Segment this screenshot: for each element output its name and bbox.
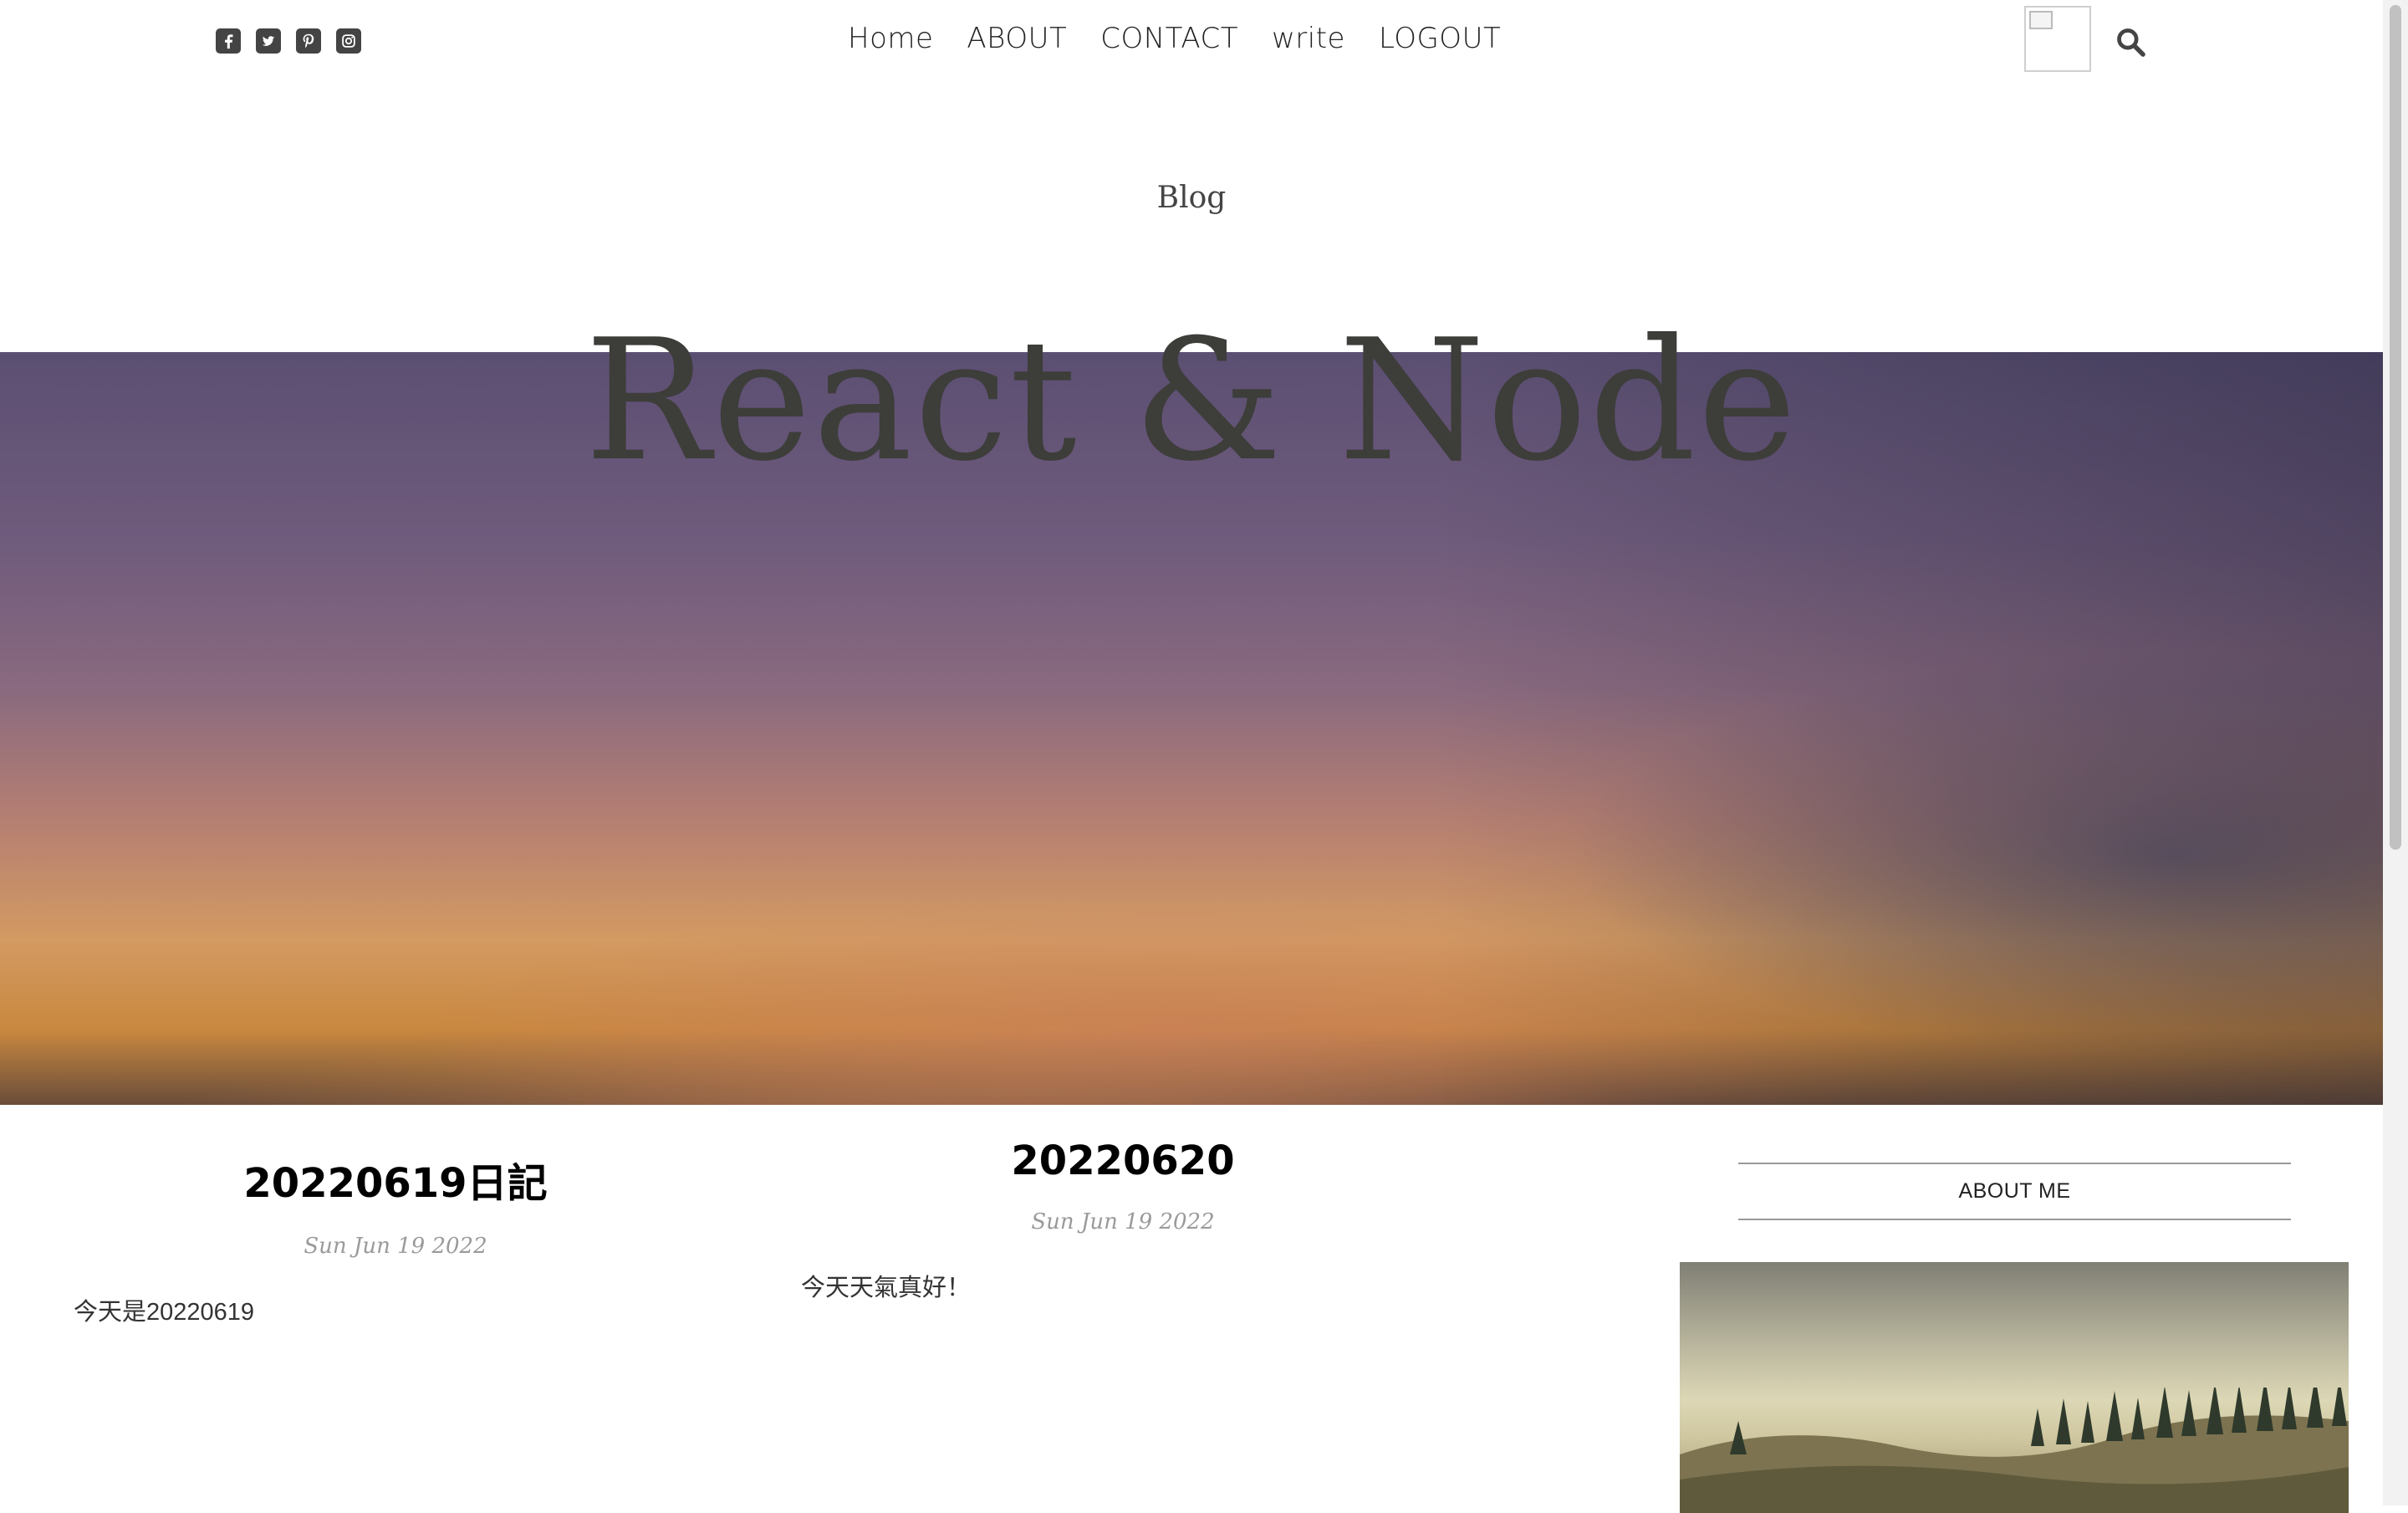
main-nav: Home ABOUT CONTACT write LOGOUT (848, 22, 1501, 55)
top-bar: Home ABOUT CONTACT write LOGOUT (0, 0, 2383, 84)
nav-item-write[interactable]: write (1272, 22, 1345, 55)
nav-item-contact[interactable]: CONTACT (1100, 22, 1238, 55)
pinterest-icon[interactable] (296, 28, 321, 54)
scrollbar-thumb[interactable] (2390, 5, 2401, 850)
scrollbar[interactable] (2383, 0, 2408, 1505)
post-card[interactable]: 20220620 Sun Jun 19 2022 今天天氣真好！ (801, 1137, 1445, 1303)
social-links (216, 28, 361, 54)
sidebar: ABOUT ME (1680, 1163, 2349, 1513)
nav-item-home[interactable]: Home (848, 22, 933, 55)
post-title[interactable]: 20220620 (801, 1137, 1445, 1184)
twitter-icon[interactable] (256, 28, 281, 54)
sidebar-photo (1680, 1262, 2349, 1513)
nav-item-about[interactable]: ABOUT (967, 22, 1067, 55)
landscape-illustration (1680, 1388, 2349, 1513)
post-description: 今天天氣真好！ (801, 1275, 972, 1301)
instagram-icon[interactable] (336, 28, 361, 54)
broken-image-icon (2029, 11, 2053, 29)
search-icon[interactable] (2115, 26, 2146, 58)
post-date: Sun Jun 19 2022 (304, 1234, 487, 1259)
post-title[interactable]: 20220619日記 (74, 1150, 717, 1209)
avatar[interactable] (2024, 6, 2091, 72)
nav-item-logout[interactable]: LOGOUT (1379, 22, 1501, 55)
post-card[interactable]: 20220619日記 Sun Jun 19 2022 今天是20220619 (74, 1150, 717, 1327)
sidebar-heading: ABOUT ME (1738, 1163, 2291, 1220)
header-subtitle: Blog (1156, 181, 1227, 215)
post-description: 今天是20220619 (74, 1299, 255, 1326)
post-date: Sun Jun 19 2022 (1031, 1209, 1215, 1234)
header-title: React & Node (584, 304, 1798, 498)
facebook-icon[interactable] (216, 28, 241, 54)
